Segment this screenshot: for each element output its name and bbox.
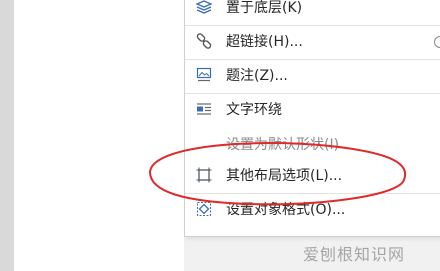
annotation-ellipse (148, 142, 407, 206)
screenshot: 置于底层(K) 超链接(H)... 题注(Z)... 文字环绕 设置为默认形状(… (0, 0, 440, 271)
watermark: 爱刨根知识网 (303, 245, 406, 264)
